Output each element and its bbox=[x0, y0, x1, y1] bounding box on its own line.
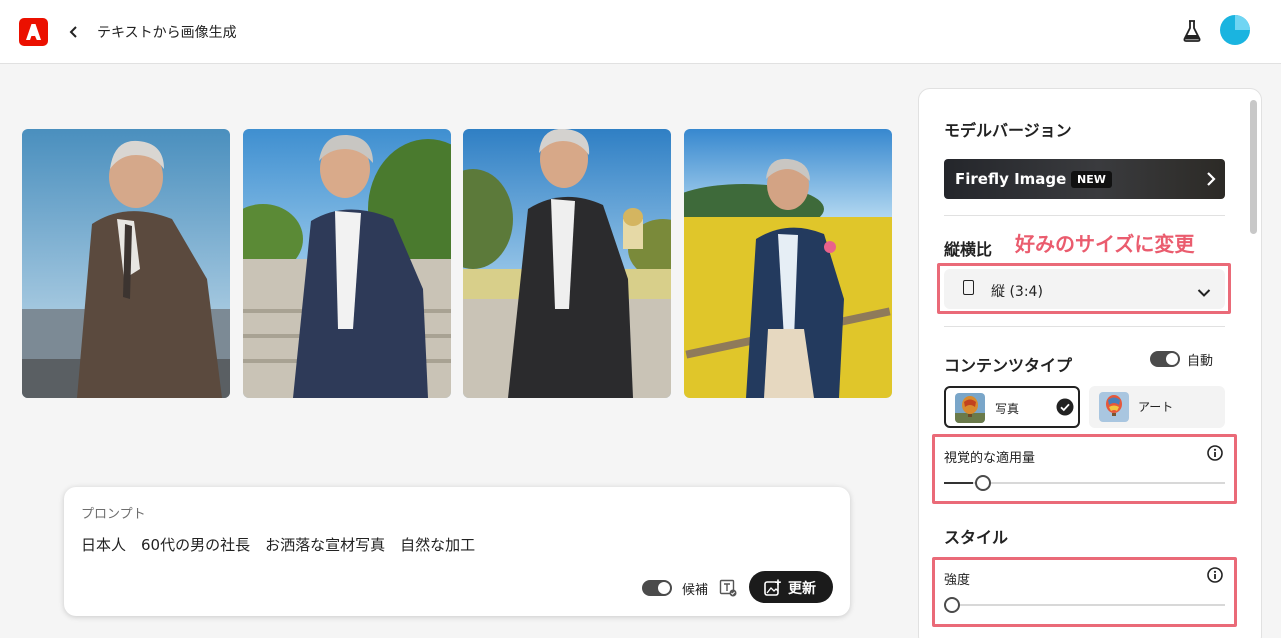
model-version-title: モデルバージョン bbox=[944, 121, 1072, 140]
user-avatar[interactable] bbox=[1220, 15, 1250, 45]
suggestion-settings-icon[interactable] bbox=[719, 579, 737, 601]
suggestions-label: 候補 bbox=[682, 583, 709, 598]
prompt-label: プロンプト bbox=[81, 507, 146, 522]
prompt-box: プロンプト 日本人 60代の男の社長 お洒落な宣材写真 自然な加工 候補 更新 bbox=[64, 487, 850, 616]
chevron-down-icon bbox=[1197, 283, 1211, 302]
checkmark-circle-icon bbox=[1056, 398, 1074, 420]
info-icon[interactable] bbox=[1207, 567, 1223, 583]
content-type-photo[interactable]: 写真 bbox=[944, 386, 1080, 428]
divider bbox=[944, 215, 1225, 216]
adobe-logo-icon[interactable] bbox=[19, 18, 48, 46]
page-title: テキストから画像生成 bbox=[97, 25, 237, 41]
model-name: Firefly Image 2 bbox=[955, 170, 1082, 188]
prompt-input[interactable]: 日本人 60代の男の社長 お洒落な宣材写真 自然な加工 bbox=[81, 534, 475, 555]
generated-image-2[interactable] bbox=[243, 129, 451, 398]
visual-intensity-fill bbox=[944, 482, 974, 484]
update-label: 更新 bbox=[788, 581, 816, 597]
suggestions-toggle[interactable] bbox=[642, 580, 672, 596]
new-badge: NEW bbox=[1071, 171, 1112, 188]
photo-label: 写真 bbox=[995, 402, 1020, 416]
annotation-text: 好みのサイズに変更 bbox=[1015, 232, 1195, 256]
auto-label: 自動 bbox=[1187, 354, 1214, 369]
divider bbox=[944, 326, 1225, 327]
generated-image-4[interactable] bbox=[684, 129, 892, 398]
chevron-right-icon bbox=[1205, 171, 1217, 191]
style-title: スタイル bbox=[944, 528, 1009, 547]
strength-label: 強度 bbox=[944, 573, 971, 588]
strength-track[interactable] bbox=[944, 604, 1225, 606]
top-bar: テキストから画像生成 bbox=[0, 0, 1281, 64]
annotation-box bbox=[932, 434, 1237, 504]
chevron-left-icon[interactable] bbox=[66, 22, 82, 42]
info-icon[interactable] bbox=[1207, 445, 1223, 461]
annotation-box bbox=[932, 557, 1237, 627]
balloon-art-thumbnail bbox=[1099, 392, 1129, 422]
strength-slider-handle[interactable] bbox=[944, 597, 960, 613]
art-label: アート bbox=[1138, 400, 1174, 414]
panel-scrollbar[interactable] bbox=[1250, 100, 1257, 234]
aspect-ratio-select[interactable]: 縦 (3:4) bbox=[944, 269, 1225, 309]
update-button[interactable]: 更新 bbox=[749, 571, 833, 603]
auto-toggle[interactable] bbox=[1150, 351, 1180, 367]
visual-intensity-label: 視覚的な適用量 bbox=[944, 451, 1036, 466]
aspect-ratio-title: 縦横比 bbox=[944, 240, 993, 259]
content-type-art[interactable]: アート bbox=[1089, 386, 1225, 428]
balloon-photo-thumbnail bbox=[955, 393, 985, 423]
portrait-icon bbox=[963, 280, 974, 295]
model-version-card[interactable]: Firefly Image 2 NEW bbox=[944, 159, 1225, 199]
aspect-ratio-value: 縦 (3:4) bbox=[991, 284, 1043, 300]
flask-icon[interactable] bbox=[1183, 20, 1201, 46]
image-plus-icon bbox=[764, 579, 781, 596]
content-type-title: コンテンツタイプ bbox=[944, 356, 1073, 375]
generated-image-1[interactable] bbox=[22, 129, 230, 398]
generated-image-3[interactable] bbox=[463, 129, 671, 398]
